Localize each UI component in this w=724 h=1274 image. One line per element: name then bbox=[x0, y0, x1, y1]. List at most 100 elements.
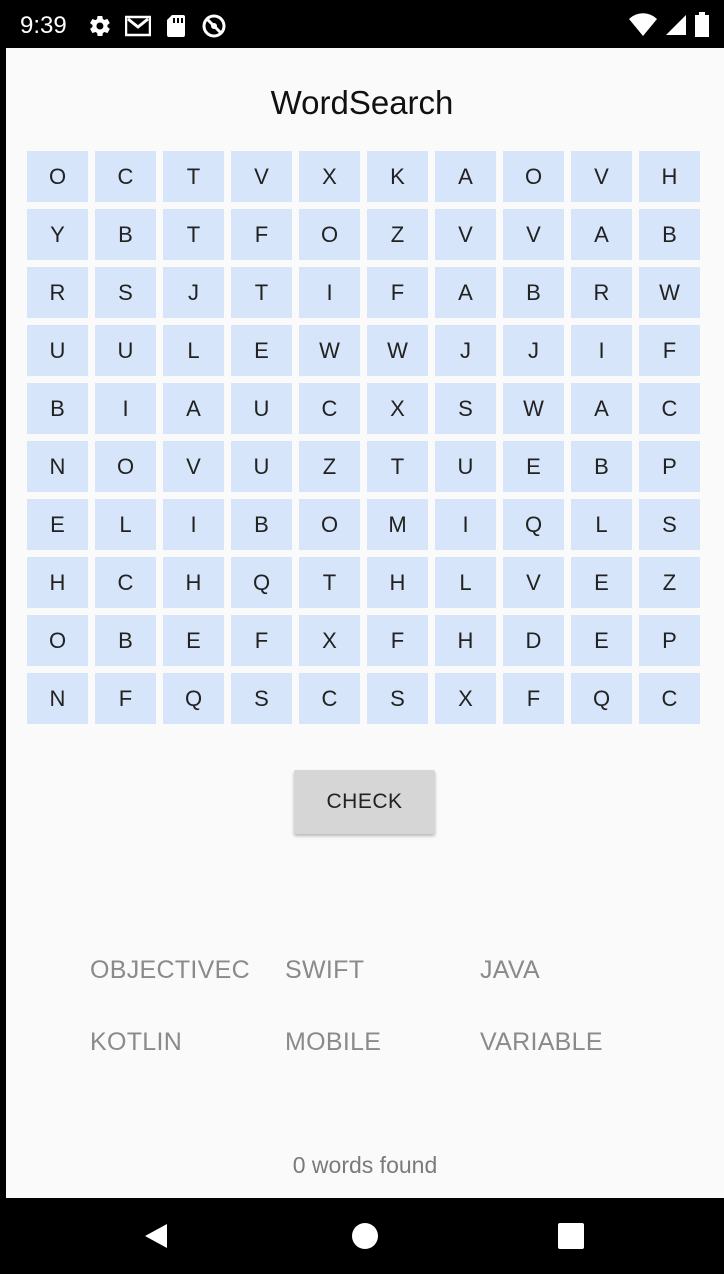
letter-cell[interactable]: S bbox=[435, 383, 496, 434]
letter-cell[interactable]: U bbox=[231, 383, 292, 434]
letter-cell[interactable]: B bbox=[95, 209, 156, 260]
letter-cell[interactable]: F bbox=[95, 673, 156, 724]
letter-cell[interactable]: H bbox=[163, 557, 224, 608]
letter-cell[interactable]: V bbox=[163, 441, 224, 492]
letter-cell[interactable]: A bbox=[163, 383, 224, 434]
letter-cell[interactable]: E bbox=[27, 499, 88, 550]
recents-button[interactable] bbox=[531, 1198, 611, 1274]
letter-cell[interactable]: L bbox=[571, 499, 632, 550]
letter-cell[interactable]: T bbox=[367, 441, 428, 492]
letter-cell[interactable]: U bbox=[231, 441, 292, 492]
letter-cell[interactable]: L bbox=[95, 499, 156, 550]
letter-cell[interactable]: W bbox=[299, 325, 360, 376]
letter-cell[interactable]: Z bbox=[299, 441, 360, 492]
letter-cell[interactable]: U bbox=[435, 441, 496, 492]
letter-cell[interactable]: C bbox=[95, 557, 156, 608]
letter-cell[interactable]: S bbox=[639, 499, 700, 550]
letter-cell[interactable]: I bbox=[163, 499, 224, 550]
letter-cell[interactable]: L bbox=[435, 557, 496, 608]
letter-cell[interactable]: K bbox=[367, 151, 428, 202]
letter-cell[interactable]: L bbox=[163, 325, 224, 376]
letter-cell[interactable]: I bbox=[571, 325, 632, 376]
letter-cell[interactable]: V bbox=[503, 557, 564, 608]
letter-cell[interactable]: B bbox=[639, 209, 700, 260]
letter-cell[interactable]: W bbox=[367, 325, 428, 376]
letter-cell[interactable]: C bbox=[639, 673, 700, 724]
letter-cell[interactable]: O bbox=[299, 499, 360, 550]
letter-cell[interactable]: I bbox=[435, 499, 496, 550]
letter-cell[interactable]: V bbox=[571, 151, 632, 202]
letter-cell[interactable]: T bbox=[299, 557, 360, 608]
letter-cell[interactable]: E bbox=[571, 615, 632, 666]
letter-cell[interactable]: I bbox=[95, 383, 156, 434]
letter-cell[interactable]: O bbox=[27, 615, 88, 666]
letter-cell[interactable]: S bbox=[367, 673, 428, 724]
letter-cell[interactable]: W bbox=[503, 383, 564, 434]
letter-cell[interactable]: F bbox=[503, 673, 564, 724]
letter-cell[interactable]: Q bbox=[231, 557, 292, 608]
letter-cell[interactable]: B bbox=[27, 383, 88, 434]
letter-cell[interactable]: R bbox=[571, 267, 632, 318]
letter-cell[interactable]: T bbox=[163, 151, 224, 202]
letter-cell[interactable]: A bbox=[435, 267, 496, 318]
letter-cell[interactable]: R bbox=[27, 267, 88, 318]
letter-cell[interactable]: J bbox=[503, 325, 564, 376]
letter-cell[interactable]: H bbox=[367, 557, 428, 608]
back-button[interactable] bbox=[116, 1198, 196, 1274]
letter-cell[interactable]: F bbox=[367, 267, 428, 318]
letter-cell[interactable]: O bbox=[299, 209, 360, 260]
letter-cell[interactable]: Q bbox=[571, 673, 632, 724]
letter-cell[interactable]: H bbox=[435, 615, 496, 666]
letter-cell[interactable]: S bbox=[95, 267, 156, 318]
letter-cell[interactable]: B bbox=[503, 267, 564, 318]
letter-cell[interactable]: V bbox=[231, 151, 292, 202]
letter-cell[interactable]: B bbox=[571, 441, 632, 492]
letter-cell[interactable]: X bbox=[299, 615, 360, 666]
letter-cell[interactable]: C bbox=[639, 383, 700, 434]
letter-cell[interactable]: B bbox=[95, 615, 156, 666]
letter-cell[interactable]: H bbox=[639, 151, 700, 202]
letter-cell[interactable]: E bbox=[163, 615, 224, 666]
letter-cell[interactable]: X bbox=[435, 673, 496, 724]
letter-cell[interactable]: T bbox=[231, 267, 292, 318]
letter-cell[interactable]: B bbox=[231, 499, 292, 550]
letter-cell[interactable]: F bbox=[231, 615, 292, 666]
letter-cell[interactable]: E bbox=[231, 325, 292, 376]
letter-cell[interactable]: C bbox=[299, 673, 360, 724]
letter-cell[interactable]: O bbox=[95, 441, 156, 492]
letter-cell[interactable]: Y bbox=[27, 209, 88, 260]
letter-cell[interactable]: X bbox=[367, 383, 428, 434]
letter-cell[interactable]: C bbox=[299, 383, 360, 434]
letter-cell[interactable]: S bbox=[231, 673, 292, 724]
letter-cell[interactable]: A bbox=[571, 209, 632, 260]
letter-cell[interactable]: A bbox=[435, 151, 496, 202]
check-button[interactable]: CHECK bbox=[294, 770, 435, 834]
letter-cell[interactable]: F bbox=[231, 209, 292, 260]
letter-cell[interactable]: O bbox=[503, 151, 564, 202]
letter-cell[interactable]: X bbox=[299, 151, 360, 202]
letter-cell[interactable]: U bbox=[27, 325, 88, 376]
letter-cell[interactable]: F bbox=[367, 615, 428, 666]
letter-cell[interactable]: J bbox=[435, 325, 496, 376]
letter-cell[interactable]: I bbox=[299, 267, 360, 318]
letter-cell[interactable]: Q bbox=[163, 673, 224, 724]
letter-cell[interactable]: N bbox=[27, 673, 88, 724]
home-button[interactable] bbox=[325, 1198, 405, 1274]
letter-cell[interactable]: V bbox=[435, 209, 496, 260]
letter-cell[interactable]: E bbox=[571, 557, 632, 608]
letter-cell[interactable]: N bbox=[27, 441, 88, 492]
letter-cell[interactable]: Q bbox=[503, 499, 564, 550]
letter-cell[interactable]: H bbox=[27, 557, 88, 608]
letter-cell[interactable]: Z bbox=[639, 557, 700, 608]
letter-cell[interactable]: A bbox=[571, 383, 632, 434]
letter-cell[interactable]: D bbox=[503, 615, 564, 666]
letter-cell[interactable]: P bbox=[639, 615, 700, 666]
letter-cell[interactable]: T bbox=[163, 209, 224, 260]
letter-cell[interactable]: O bbox=[27, 151, 88, 202]
letter-cell[interactable]: W bbox=[639, 267, 700, 318]
letter-cell[interactable]: P bbox=[639, 441, 700, 492]
letter-cell[interactable]: V bbox=[503, 209, 564, 260]
letter-cell[interactable]: M bbox=[367, 499, 428, 550]
letter-cell[interactable]: J bbox=[163, 267, 224, 318]
letter-cell[interactable]: U bbox=[95, 325, 156, 376]
